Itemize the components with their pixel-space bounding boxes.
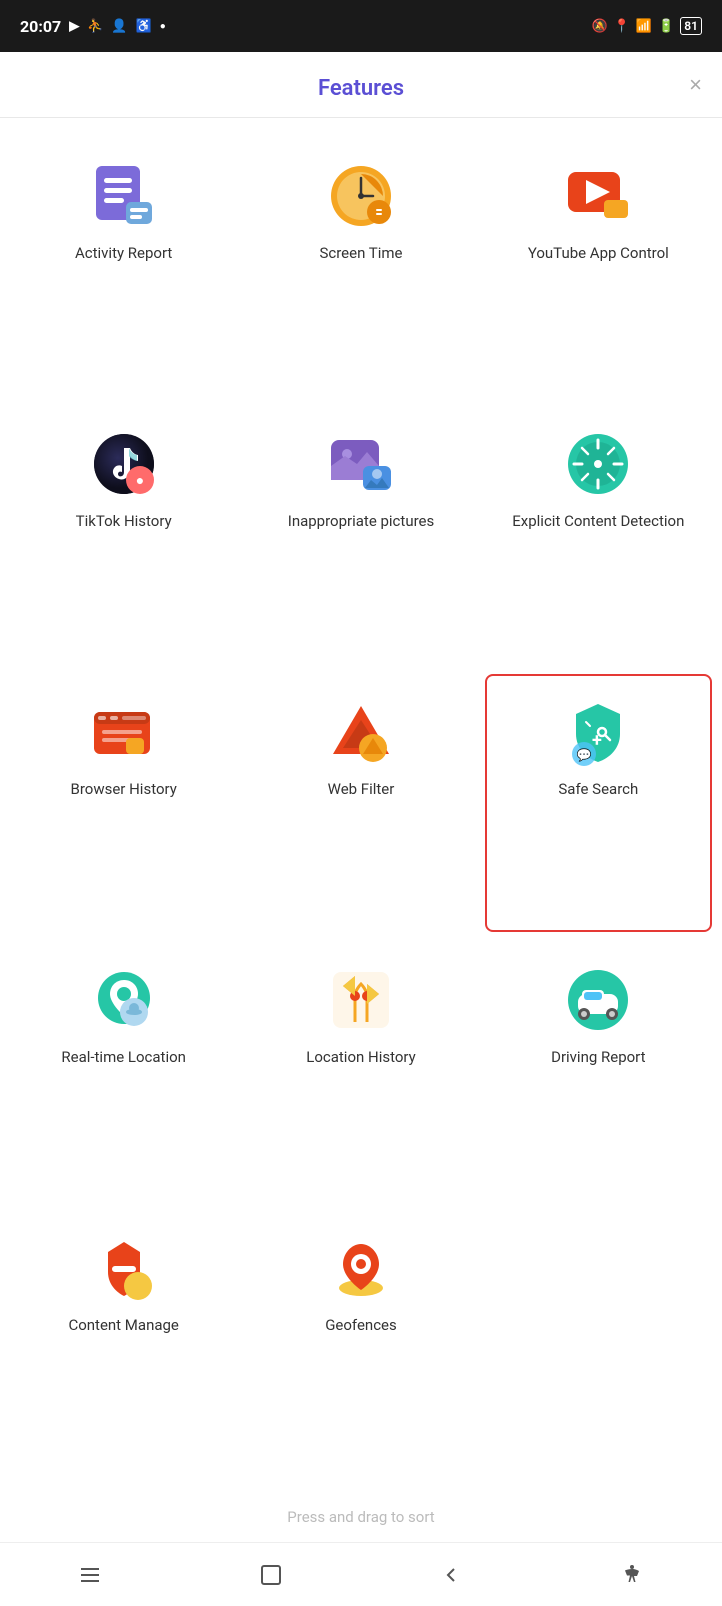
- feature-item-location-history[interactable]: Location History: [247, 942, 474, 1200]
- explicit-content-detection-icon: [562, 428, 634, 500]
- feature-item-inappropriate-pictures[interactable]: Inappropriate pictures: [247, 406, 474, 664]
- feature-item-explicit-content-detection[interactable]: Explicit Content Detection: [485, 406, 712, 664]
- screen-time-label: Screen Time: [319, 244, 402, 264]
- driving-report-label: Driving Report: [551, 1048, 645, 1068]
- location-history-icon: [325, 964, 397, 1036]
- bottom-navigation: [0, 1542, 722, 1606]
- location-icon: 📍: [614, 19, 630, 34]
- geofences-label: Geofences: [325, 1316, 397, 1336]
- status-right: 🔕 📍 📶 🔋 81: [592, 17, 702, 35]
- status-icon-accessibility: ♿: [136, 19, 152, 34]
- location-history-label: Location History: [306, 1048, 415, 1068]
- svg-text:💬: 💬: [577, 748, 592, 762]
- realtime-location-label: Real-time Location: [61, 1048, 186, 1068]
- feature-item-content-manage[interactable]: Content Manage: [10, 1210, 237, 1468]
- tiktok-history-label: TikTok History: [76, 512, 172, 532]
- web-filter-icon: [325, 696, 397, 768]
- main-content: Features × Activity Report: [0, 52, 722, 1542]
- content-manage-icon: [88, 1232, 160, 1304]
- close-button[interactable]: ×: [689, 74, 702, 96]
- driving-report-icon: [562, 964, 634, 1036]
- status-left: 20:07 ▶ ⛹ 👤 ♿ ●: [20, 17, 166, 36]
- youtube-app-control-icon: [562, 160, 634, 232]
- activity-report-icon: [88, 160, 160, 232]
- youtube-app-control-label: YouTube App Control: [528, 244, 669, 264]
- geofences-icon: [325, 1232, 397, 1304]
- activity-report-label: Activity Report: [75, 244, 172, 264]
- status-bar: 20:07 ▶ ⛹ 👤 ♿ ● 🔕 📍 📶 🔋 81: [0, 0, 722, 52]
- feature-item-geofences[interactable]: Geofences: [247, 1210, 474, 1468]
- status-icon-person: 👤: [111, 19, 127, 34]
- feature-item-realtime-location[interactable]: Real-time Location: [10, 942, 237, 1200]
- browser-history-icon: [88, 696, 160, 768]
- safe-search-label: Safe Search: [558, 780, 638, 800]
- feature-item-tiktok-history[interactable]: ● TikTok History: [10, 406, 237, 664]
- inappropriate-pictures-icon: [325, 428, 397, 500]
- screen-time-icon: [325, 160, 397, 232]
- mute-icon: 🔕: [592, 19, 608, 34]
- nav-square-button[interactable]: [247, 1551, 295, 1599]
- status-icon-dot: ●: [160, 21, 166, 32]
- svg-text:●: ●: [135, 473, 143, 489]
- status-icon-youtube: ▶: [69, 19, 79, 34]
- feature-item-safe-search[interactable]: + 💬 Safe Search: [485, 674, 712, 932]
- explicit-content-detection-label: Explicit Content Detection: [512, 512, 684, 532]
- nav-back-button[interactable]: [427, 1551, 475, 1599]
- bottom-hint: Press and drag to sort: [0, 1488, 722, 1542]
- features-header: Features ×: [0, 52, 722, 118]
- feature-item-browser-history[interactable]: Browser History: [10, 674, 237, 932]
- features-grid: Activity Report Screen Time YouTube App …: [0, 118, 722, 1488]
- feature-item-screen-time[interactable]: Screen Time: [247, 138, 474, 396]
- content-manage-label: Content Manage: [68, 1316, 178, 1336]
- page-title: Features: [318, 76, 404, 101]
- inappropriate-pictures-label: Inappropriate pictures: [288, 512, 435, 532]
- feature-item-driving-report[interactable]: Driving Report: [485, 942, 712, 1200]
- nav-menu-button[interactable]: [66, 1551, 114, 1599]
- feature-item-activity-report[interactable]: Activity Report: [10, 138, 237, 396]
- battery-label: 81: [680, 17, 702, 35]
- battery-saver-icon: 🔋: [658, 19, 674, 34]
- browser-history-label: Browser History: [71, 780, 177, 800]
- safe-search-icon: + 💬: [562, 696, 634, 768]
- nav-accessibility-button[interactable]: [608, 1551, 656, 1599]
- web-filter-label: Web Filter: [328, 780, 395, 800]
- status-icon-hiking: ⛹: [87, 19, 103, 34]
- wifi-icon: 📶: [636, 19, 652, 34]
- feature-item-web-filter[interactable]: Web Filter: [247, 674, 474, 932]
- realtime-location-icon: [88, 964, 160, 1036]
- feature-item-youtube-app-control[interactable]: YouTube App Control: [485, 138, 712, 396]
- tiktok-history-icon: ●: [88, 428, 160, 500]
- status-time: 20:07: [20, 17, 61, 36]
